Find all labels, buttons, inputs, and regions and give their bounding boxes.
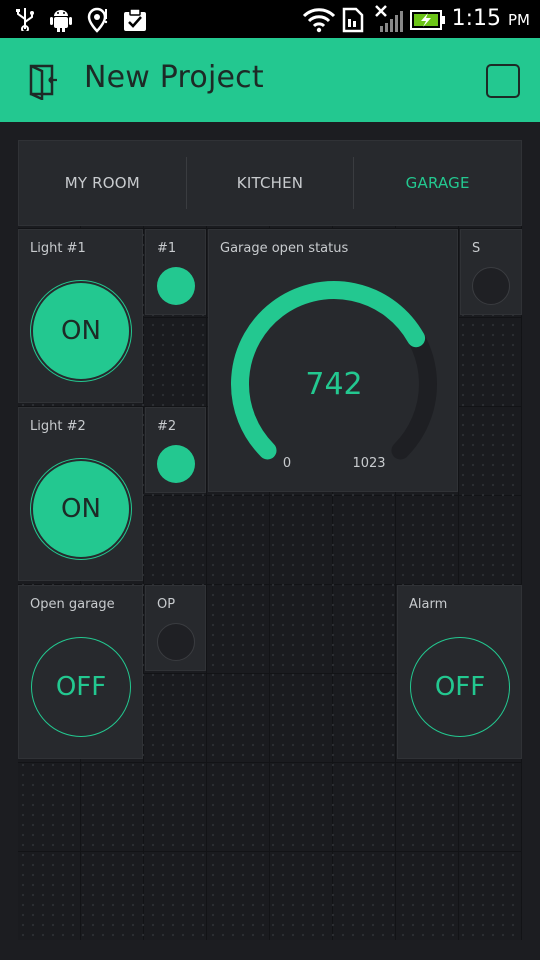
gauge-dial: 742 0 1023 [231, 281, 437, 471]
wifi-icon [302, 8, 336, 33]
light2-button-widget: Light #2 ON [18, 407, 143, 581]
led-op-indicator [157, 623, 195, 661]
widget-label: Open garage [30, 597, 115, 612]
tab-garage[interactable]: GARAGE [353, 157, 521, 209]
led-s-indicator [472, 267, 510, 305]
open-garage-button-widget: Open garage OFF [18, 585, 143, 759]
led-op-widget: OP [145, 585, 206, 671]
light1-toggle-button[interactable]: ON [31, 281, 131, 381]
clock-time: 1:15 [451, 6, 501, 31]
page-title: New Project [84, 60, 264, 95]
sim-icon [342, 7, 364, 33]
led2-indicator [157, 445, 195, 483]
led2-widget: #2 [145, 407, 206, 493]
square-icon[interactable] [486, 64, 520, 98]
widget-label: Light #2 [30, 419, 86, 434]
clock: 1:15 PM [452, 6, 530, 31]
widget-label: S [472, 241, 481, 256]
widget-label: #1 [157, 241, 177, 256]
widget-label: OP [157, 597, 176, 612]
light1-button-widget: Light #1 ON [18, 229, 143, 403]
gauge-min: 0 [283, 456, 291, 471]
widget-label: #2 [157, 419, 177, 434]
gauge-widget: Garage open status 742 0 1023 [208, 229, 458, 492]
battery-charging-icon [410, 10, 445, 30]
location-icon [87, 7, 108, 33]
clock-ampm: PM [508, 11, 530, 29]
android-debug-icon [50, 10, 72, 32]
clipboard-check-icon [124, 8, 146, 31]
widget-label: Alarm [409, 597, 448, 612]
app-bar: New Project [0, 38, 540, 122]
usb-icon [16, 8, 34, 31]
tab-my-room[interactable]: MY ROOM [19, 157, 186, 209]
alarm-button-widget: Alarm OFF [397, 585, 522, 759]
gauge-value: 742 [305, 367, 362, 402]
no-signal-icon [375, 5, 403, 32]
tab-bar: MY ROOM KITCHEN GARAGE [18, 140, 522, 226]
led1-indicator [157, 267, 195, 305]
tab-kitchen[interactable]: KITCHEN [185, 157, 354, 209]
light2-toggle-button[interactable]: ON [31, 459, 131, 559]
widget-label: Light #1 [30, 241, 86, 256]
open-garage-toggle-button[interactable]: OFF [31, 637, 131, 737]
alarm-toggle-button[interactable]: OFF [410, 637, 510, 737]
led1-widget: #1 [145, 229, 206, 315]
exit-project-icon[interactable] [22, 60, 62, 100]
status-bar: 1:15 PM [0, 0, 540, 38]
gauge-max: 1023 [352, 456, 385, 471]
led-s-widget: S [460, 229, 522, 315]
